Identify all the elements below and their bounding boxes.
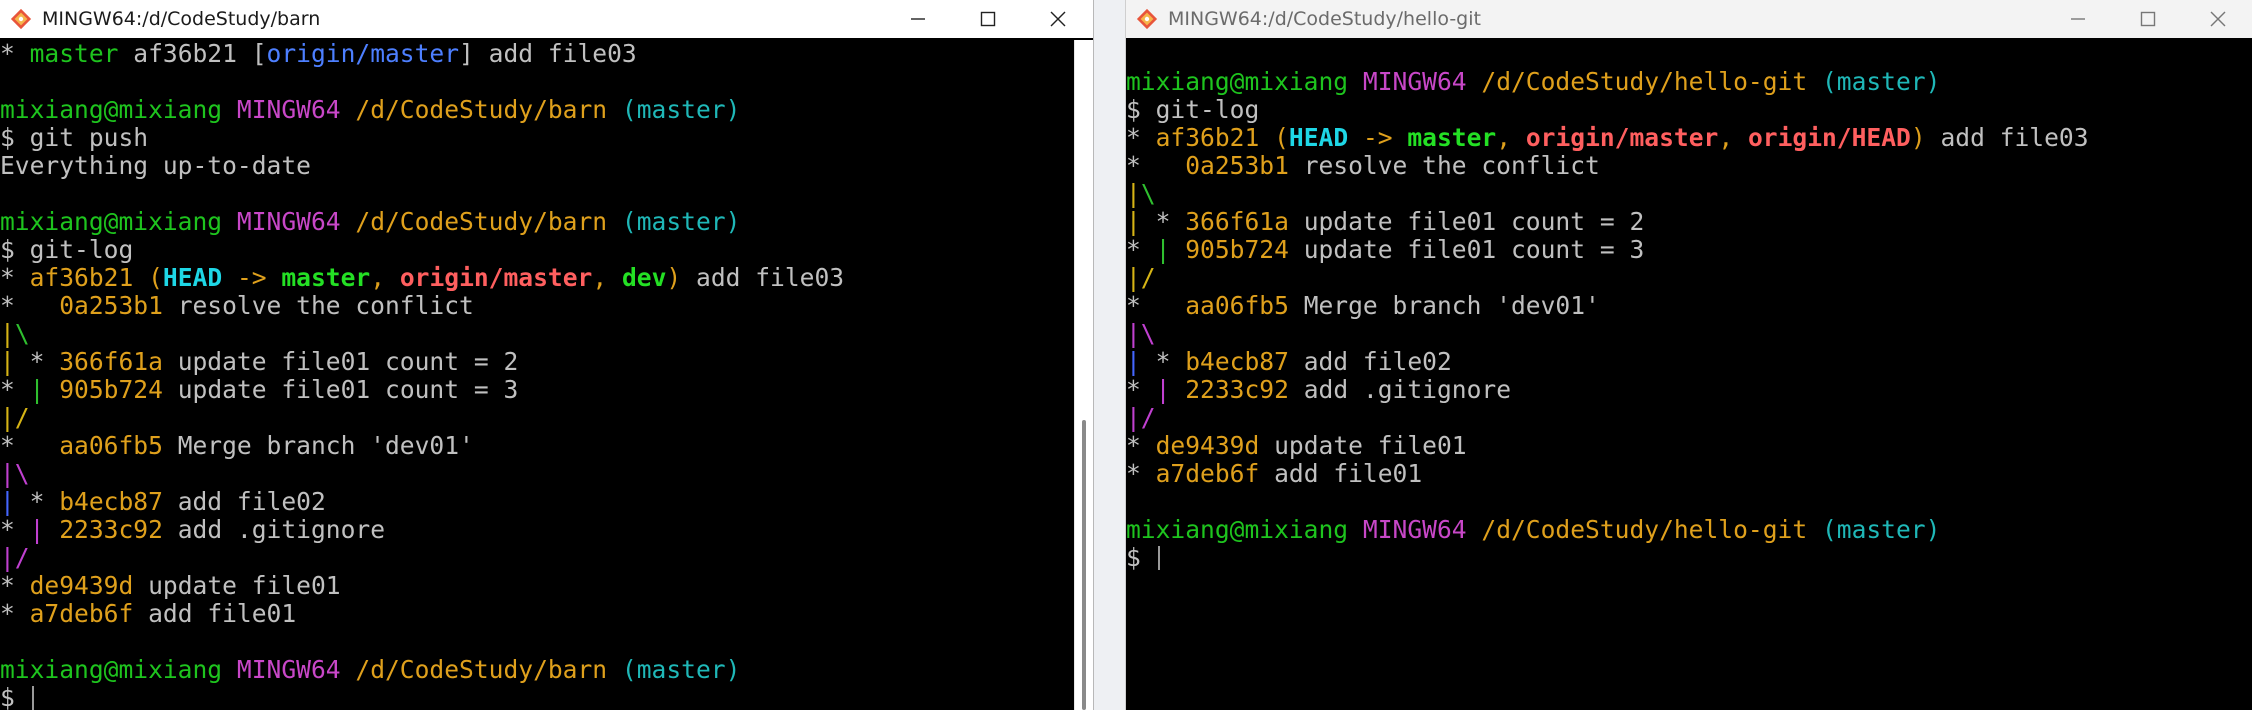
log-graph-line: |\ (1126, 319, 1156, 348)
close-icon (2210, 11, 2226, 27)
window-controls (2043, 0, 2252, 38)
log-commit-line: | * 366f61a update file01 count = 2 (1126, 207, 1645, 236)
maximize-button[interactable] (953, 0, 1023, 38)
window-controls (883, 0, 1093, 38)
minimize-icon (2071, 18, 2085, 20)
minimize-button[interactable] (2043, 0, 2113, 38)
branch-info-line: * master af36b21 [origin/master] add fil… (0, 40, 637, 68)
log-commit-line: * de9439d update file01 (1126, 431, 1467, 460)
close-button[interactable] (1023, 0, 1093, 38)
terminal-window-barn[interactable]: MINGW64:/d/CodeStudy/barn * master af36b… (0, 0, 1094, 710)
log-commit-line: * | 905b724 update file01 count = 3 (0, 375, 519, 404)
minimize-icon (911, 18, 925, 20)
log-commit-line: * | 905b724 update file01 count = 3 (1126, 235, 1645, 264)
log-commit-line: * a7deb6f add file01 (1126, 459, 1423, 488)
log-commit-line: * 0a253b1 resolve the conflict (0, 291, 474, 320)
maximize-icon (2140, 11, 2156, 27)
shell-prompt: mixiang@mixiang MINGW64 /d/CodeStudy/bar… (0, 655, 741, 684)
window-title: MINGW64:/d/CodeStudy/barn (42, 8, 321, 30)
terminal-output[interactable]: mixiang@mixiang MINGW64 /d/CodeStudy/hel… (1126, 40, 2252, 710)
shell-prompt: mixiang@mixiang MINGW64 /d/CodeStudy/hel… (1126, 515, 1941, 544)
terminal-output[interactable]: * master af36b21 [origin/master] add fil… (0, 40, 1075, 710)
log-commit-line: | * 366f61a update file01 count = 2 (0, 347, 519, 376)
log-commit-line: * aa06fb5 Merge branch 'dev01' (1126, 291, 1600, 320)
log-commit-line: * 0a253b1 resolve the conflict (1126, 151, 1600, 180)
log-commit-line: * de9439d update file01 (0, 571, 341, 600)
close-icon (1050, 11, 1066, 27)
command-line: $ git-log (1126, 95, 1260, 124)
minimize-button[interactable] (883, 0, 953, 38)
log-graph-line: |\ (0, 319, 30, 348)
text-cursor (31, 686, 34, 710)
close-button[interactable] (2183, 0, 2252, 38)
maximize-icon (980, 11, 996, 27)
command-input-line[interactable]: $ (1126, 544, 2252, 572)
log-commit-line: * | 2233c92 add .gitignore (0, 515, 386, 544)
git-bash-icon (1136, 8, 1158, 30)
git-bash-icon (10, 8, 32, 30)
log-graph-line: |/ (0, 543, 30, 572)
command-output: Everything up-to-date (0, 151, 311, 180)
log-commit-line: * af36b21 (HEAD -> master, origin/master… (0, 263, 845, 292)
window-title: MINGW64:/d/CodeStudy/hello-git (1168, 8, 1481, 30)
log-graph-line: |/ (1126, 403, 1156, 432)
log-commit-line: | * b4ecb87 add file02 (1126, 347, 1452, 376)
log-graph-line: |/ (0, 403, 30, 432)
text-cursor (1157, 546, 1160, 570)
shell-prompt: mixiang@mixiang MINGW64 /d/CodeStudy/bar… (0, 95, 741, 124)
scrollbar-thumb[interactable] (1082, 420, 1086, 710)
command-line: $ git push (0, 123, 149, 152)
log-graph-line: |/ (1126, 263, 1156, 292)
command-line: $ git-log (0, 235, 134, 264)
log-graph-line: |\ (1126, 179, 1156, 208)
command-input-line[interactable]: $ (0, 684, 1075, 710)
log-commit-line: * a7deb6f add file01 (0, 599, 297, 628)
terminal-window-hello-git[interactable]: MINGW64:/d/CodeStudy/hello-git mixiang@m… (1125, 0, 2252, 710)
log-commit-line: * af36b21 (HEAD -> master, origin/master… (1126, 123, 2089, 152)
log-commit-line: * | 2233c92 add .gitignore (1126, 375, 1512, 404)
shell-prompt: mixiang@mixiang MINGW64 /d/CodeStudy/hel… (1126, 67, 1941, 96)
title-bar[interactable]: MINGW64:/d/CodeStudy/barn (0, 0, 1093, 38)
maximize-button[interactable] (2113, 0, 2183, 38)
title-bar[interactable]: MINGW64:/d/CodeStudy/hello-git (1126, 0, 2252, 38)
shell-prompt: mixiang@mixiang MINGW64 /d/CodeStudy/bar… (0, 207, 741, 236)
log-commit-line: | * b4ecb87 add file02 (0, 487, 326, 516)
log-commit-line: * aa06fb5 Merge branch 'dev01' (0, 431, 474, 460)
scrollbar[interactable] (1074, 40, 1093, 710)
log-graph-line: |\ (0, 459, 30, 488)
